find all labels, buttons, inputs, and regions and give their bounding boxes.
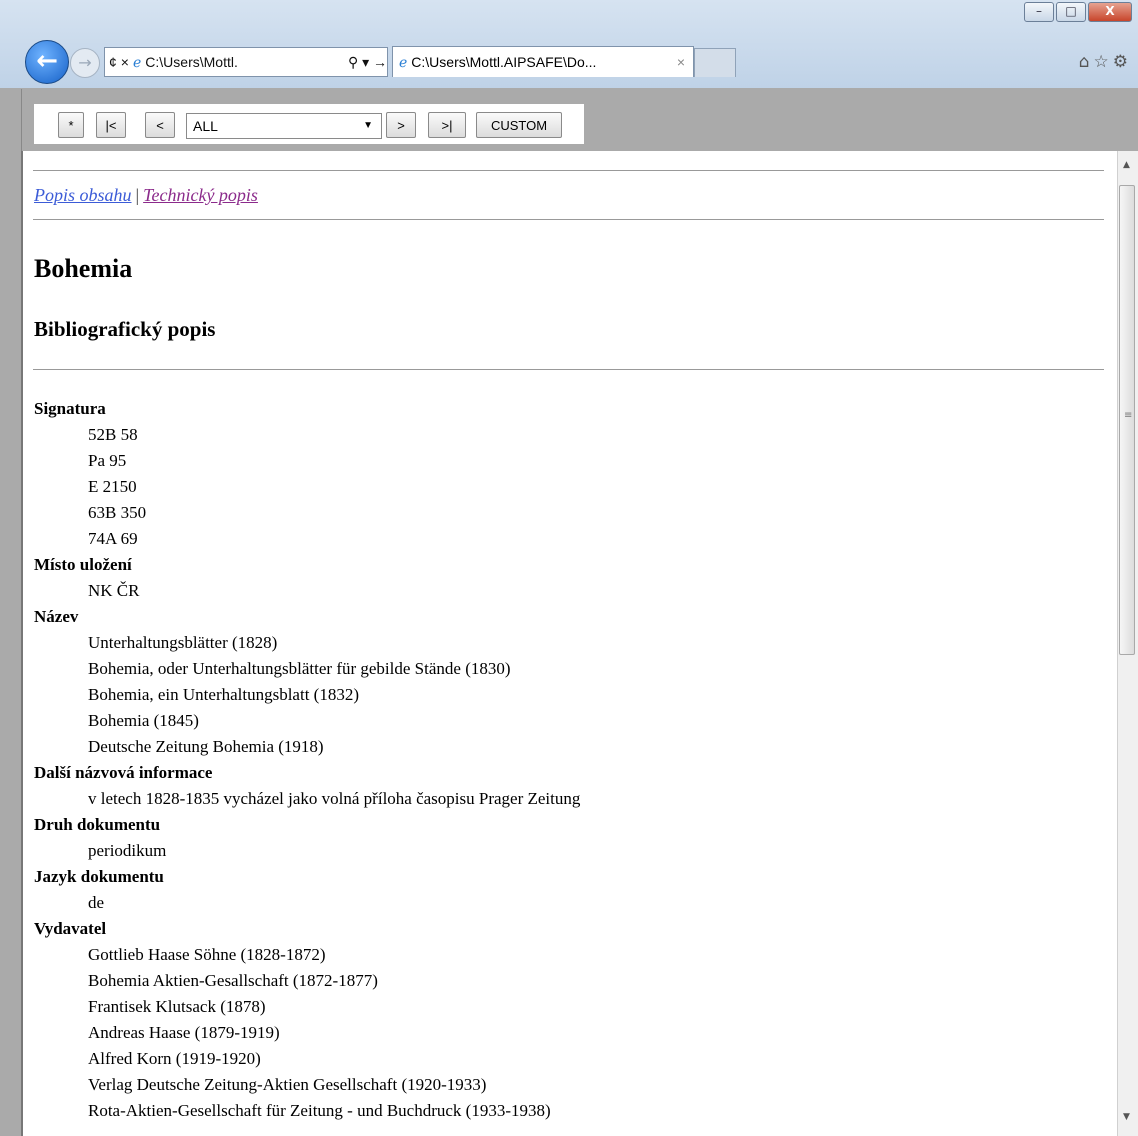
record-select[interactable]: ALL ▼: [186, 113, 382, 139]
close-window-button[interactable]: X: [1088, 2, 1132, 22]
field-value: 52B 58: [88, 425, 138, 444]
field-value: Alfred Korn (1919-1920): [88, 1049, 261, 1068]
dropdown-arrow-icon: ▼: [363, 120, 373, 131]
field-value: Gottlieb Haase Söhne (1828-1872): [88, 945, 326, 964]
tab-title: C:\Users\Mottl.AIPSAFE\Do...: [411, 54, 597, 70]
address-bar[interactable]: ¢ × ℯ C:\Users\Mottl. ⚲ ▾ →: [104, 47, 388, 77]
back-button[interactable]: ←: [25, 40, 69, 84]
link-separator: |: [135, 185, 140, 205]
last-button[interactable]: >|: [428, 112, 466, 138]
field-value: Bohemia, ein Unterhaltungsblatt (1832): [88, 685, 359, 704]
field-value: v letech 1828-1835 vycházel jako volná p…: [88, 789, 581, 808]
divider: [33, 170, 1104, 171]
prev-button[interactable]: <: [145, 112, 175, 138]
section-title: Bibliografický popis: [34, 317, 216, 341]
field-value: Verlag Deutsche Zeitung-Aktien Gesellsch…: [88, 1075, 487, 1094]
field-value: Andreas Haase (1879-1919): [88, 1023, 280, 1042]
field-label: Jazyk dokumentu: [34, 867, 164, 886]
gear-icon[interactable]: ⚙: [1113, 52, 1132, 72]
new-tab-button[interactable]: [694, 48, 736, 77]
field-value: E 2150: [88, 477, 137, 496]
field-value: 74A 69: [88, 529, 138, 548]
stop-icon[interactable]: ×: [121, 54, 129, 70]
field-label: Vydavatel: [34, 919, 107, 938]
browser-tab[interactable]: ℯ C:\Users\Mottl.AIPSAFE\Do... ×: [392, 46, 694, 77]
ie-tab-icon: ℯ: [399, 53, 408, 70]
field-label: Místo uložení: [34, 555, 132, 574]
scroll-grip-icon: ≡: [1124, 410, 1133, 421]
first-button[interactable]: |<: [96, 112, 126, 138]
field-value: Bohemia Aktien-Gesallschaft (1872-1877): [88, 971, 378, 990]
field-value: Rota-Aktien-Gesellschaft für Zeitung - u…: [88, 1101, 551, 1120]
search-icon[interactable]: ⚲ ▾ →: [348, 54, 387, 71]
custom-button[interactable]: CUSTOM: [476, 112, 562, 138]
home-icon[interactable]: ⌂: [1079, 52, 1094, 72]
field-value: Deutsche Zeitung Bohemia (1918): [88, 737, 324, 756]
tab-close-icon[interactable]: ×: [677, 54, 685, 70]
minimize-button[interactable]: –: [1024, 2, 1054, 22]
scroll-up-icon[interactable]: ▲: [1123, 160, 1130, 170]
field-value: periodikum: [88, 841, 167, 860]
browser-tools: ⌂☆⚙: [1079, 52, 1132, 72]
field-value: NK ČR: [88, 581, 140, 600]
ie-page-icon: ℯ: [132, 53, 142, 70]
divider: [33, 219, 1104, 220]
forward-button[interactable]: →: [70, 48, 100, 78]
field-label: Název: [34, 607, 79, 626]
next-button[interactable]: >: [386, 112, 416, 138]
browser-chrome: – □ X ← → ¢ × ℯ C:\Users\Mottl. ⚲ ▾ → ℯ …: [0, 0, 1138, 88]
divider: [33, 369, 1104, 370]
star-button[interactable]: *: [58, 112, 84, 138]
compat-icon[interactable]: ¢: [109, 54, 117, 70]
field-label: Další názvová informace: [34, 763, 213, 782]
field-value: Pa 95: [88, 451, 127, 470]
window-controls: – □ X: [1024, 2, 1132, 22]
bibliographic-list: Signatura 52B 58 Pa 95 E 2150 63B 350 74A 69 M…: [34, 396, 580, 1124]
page-title: Bohemia: [34, 254, 133, 283]
description-links: Popis obsahu | Technický popis: [34, 185, 258, 206]
technicky-popis-link[interactable]: Technický popis: [143, 185, 258, 205]
select-value: ALL: [193, 118, 218, 134]
field-value: Frantisek Klutsack (1878): [88, 997, 266, 1016]
address-text[interactable]: C:\Users\Mottl.: [145, 54, 238, 70]
field-value: Bohemia, oder Unterhaltungsblätter für g…: [88, 659, 511, 678]
field-label: Druh dokumentu: [34, 815, 161, 834]
field-value: Bohemia (1845): [88, 711, 199, 730]
scroll-down-icon[interactable]: ▼: [1123, 1112, 1130, 1122]
maximize-button[interactable]: □: [1056, 2, 1086, 22]
field-value: 63B 350: [88, 503, 147, 522]
field-value: Unterhaltungsblätter (1828): [88, 633, 278, 652]
field-value: de: [88, 893, 105, 912]
field-label: Signatura: [34, 399, 106, 418]
favorites-icon[interactable]: ☆: [1094, 52, 1113, 72]
popis-obsahu-link[interactable]: Popis obsahu: [34, 185, 132, 205]
